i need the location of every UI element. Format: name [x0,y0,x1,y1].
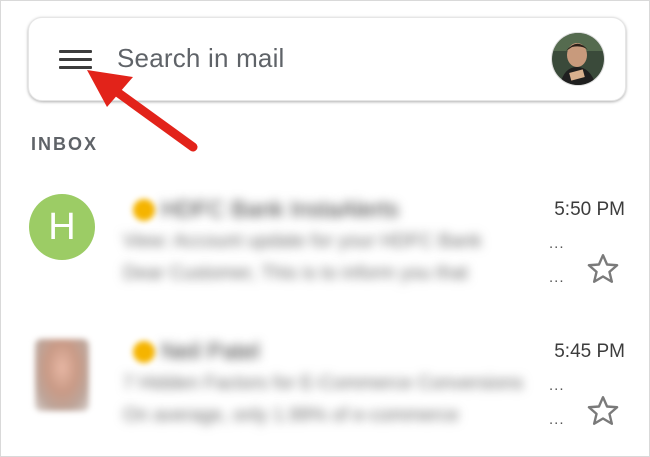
email-subject: View: Account update for your HDFC Bank [123,231,482,252]
sender-avatar[interactable]: H [29,194,95,260]
email-snippet: Dear Customer, This is to inform you tha… [123,263,468,284]
app-screen: Search in mail INBOX H HDFC Bank InstaAl… [0,0,650,457]
section-label: INBOX [31,134,99,154]
email-subject: 7 Hidden Factors for E-Commerce Conversi… [123,373,524,394]
email-time: 5:50 PM [554,199,625,220]
email-row[interactable]: H HDFC Bank InstaAlerts View: Account up… [1,179,650,309]
email-sender: HDFC Bank InstaAlerts [161,196,399,222]
important-marker-icon[interactable] [133,341,155,363]
email-time: 5:45 PM [554,341,625,362]
email-sender: Neil Patel [161,338,260,364]
email-ellipsis: ... [549,235,565,252]
email-row[interactable]: Neil Patel 7 Hidden Factors for E-Commer… [1,321,650,451]
email-ellipsis: ... [549,377,565,394]
star-icon[interactable] [585,393,621,429]
arrow-annotation [87,70,198,152]
sender-avatar[interactable] [35,339,89,411]
email-ellipsis: ... [549,411,565,428]
account-avatar[interactable] [551,32,605,86]
email-snippet: On average, only 1.99% of e-commerce [123,405,459,426]
email-ellipsis: ... [549,269,565,286]
star-icon[interactable] [585,251,621,287]
important-marker-icon[interactable] [133,199,155,221]
